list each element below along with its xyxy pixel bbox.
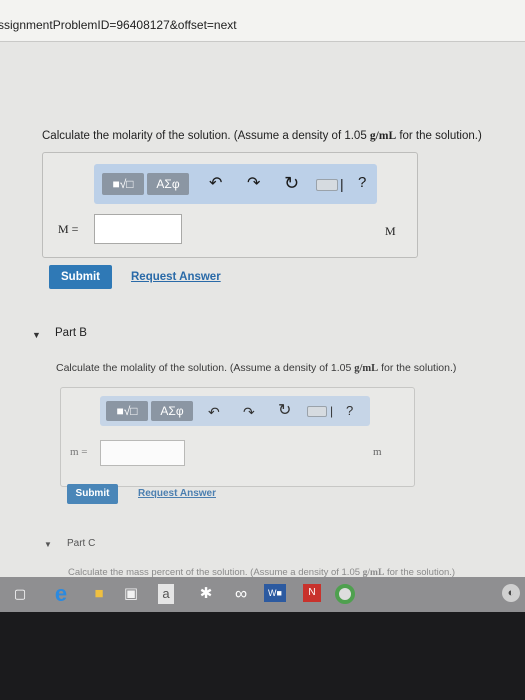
dropbox-icon[interactable]: ✱ [196, 584, 216, 604]
part-b-request-answer-link[interactable]: Request Answer [138, 488, 216, 499]
word-icon[interactable]: W■ [264, 584, 286, 602]
chrome-icon[interactable] [335, 584, 355, 604]
part-a-submit-button[interactable]: Submit [49, 265, 112, 289]
part-a-question: Calculate the molarity of the solution. … [42, 130, 482, 142]
infinity-icon[interactable]: ∞ [230, 584, 252, 604]
url-text[interactable]: ssignmentProblemID=96408127&offset=next [0, 18, 237, 32]
part-b-unit-label: m [373, 446, 382, 458]
redo-icon[interactable]: ↷ [243, 404, 255, 420]
lock-icon[interactable]: ▣ [121, 584, 141, 604]
store-icon[interactable]: a [158, 584, 174, 604]
part-b-answer-input[interactable] [100, 440, 185, 466]
reset-icon[interactable]: ↻ [278, 403, 291, 419]
part-c-collapse-icon[interactable]: ▼ [44, 540, 52, 549]
system-tray-icon[interactable]: ◐ [502, 584, 520, 602]
problem-content: Calculate the molarity of the solution. … [0, 42, 525, 578]
part-a-math-toolbar: ■√□ ΑΣφ ↶ ↷ ↻ | ? [94, 164, 377, 204]
part-b-collapse-icon[interactable]: ▼ [32, 330, 41, 340]
part-b-question-suffix: for the solution.) [378, 362, 457, 374]
part-a-variable-label: M = [58, 222, 79, 236]
part-b-question-unit: g/mL [354, 363, 379, 374]
greek-symbols-button[interactable]: ΑΣφ [147, 173, 189, 195]
part-a-unit-label: M [385, 224, 396, 238]
screen: ssignmentProblemID=96408127&offset=next … [0, 0, 525, 612]
part-a-question-suffix: for the solution.) [396, 130, 482, 142]
greek-symbols-button[interactable]: ΑΣφ [151, 401, 193, 421]
edge-browser-icon[interactable]: e [50, 583, 72, 605]
help-icon[interactable]: ? [346, 403, 353, 419]
part-a-question-unit: g/mL [369, 130, 397, 142]
part-b-question-prefix: Calculate the molality of the solution. … [56, 362, 355, 374]
part-c-title[interactable]: Part C [67, 538, 95, 549]
keyboard-caret-icon: | [340, 176, 344, 192]
undo-icon[interactable]: ↶ [208, 404, 220, 420]
undo-icon[interactable]: ↶ [209, 176, 222, 192]
onenote-icon[interactable]: N [303, 584, 321, 602]
redo-icon[interactable]: ↷ [247, 176, 260, 192]
part-a-question-prefix: Calculate the molarity of the solution. … [42, 130, 370, 142]
monitor-bezel [0, 612, 525, 700]
task-view-icon[interactable]: ▢ [11, 584, 29, 604]
part-b-math-toolbar: ■√□ ΑΣφ ↶ ↷ ↻ | ? [100, 396, 370, 426]
keyboard-icon[interactable] [307, 406, 327, 417]
radical-template-button[interactable]: ■√□ [102, 173, 144, 195]
help-icon[interactable]: ? [358, 175, 366, 191]
file-explorer-icon[interactable]: ■ [89, 584, 109, 604]
part-b-title[interactable]: Part B [55, 327, 87, 339]
reset-icon[interactable]: ↻ [284, 174, 299, 192]
part-b-submit-button[interactable]: Submit [67, 484, 118, 504]
part-b-question: Calculate the molality of the solution. … [56, 362, 456, 374]
os-taskbar: ▢ e ■ ▣ a ✱ ∞ W■ N ◐ [0, 577, 525, 612]
part-a-answer-input[interactable] [94, 214, 182, 244]
part-a-request-answer-link[interactable]: Request Answer [131, 271, 221, 283]
radical-template-button[interactable]: ■√□ [106, 401, 148, 421]
part-b-variable-label: m = [70, 446, 88, 458]
keyboard-icon[interactable] [316, 179, 338, 191]
address-bar[interactable]: ssignmentProblemID=96408127&offset=next [0, 0, 525, 42]
keyboard-caret-icon: | [330, 404, 334, 418]
